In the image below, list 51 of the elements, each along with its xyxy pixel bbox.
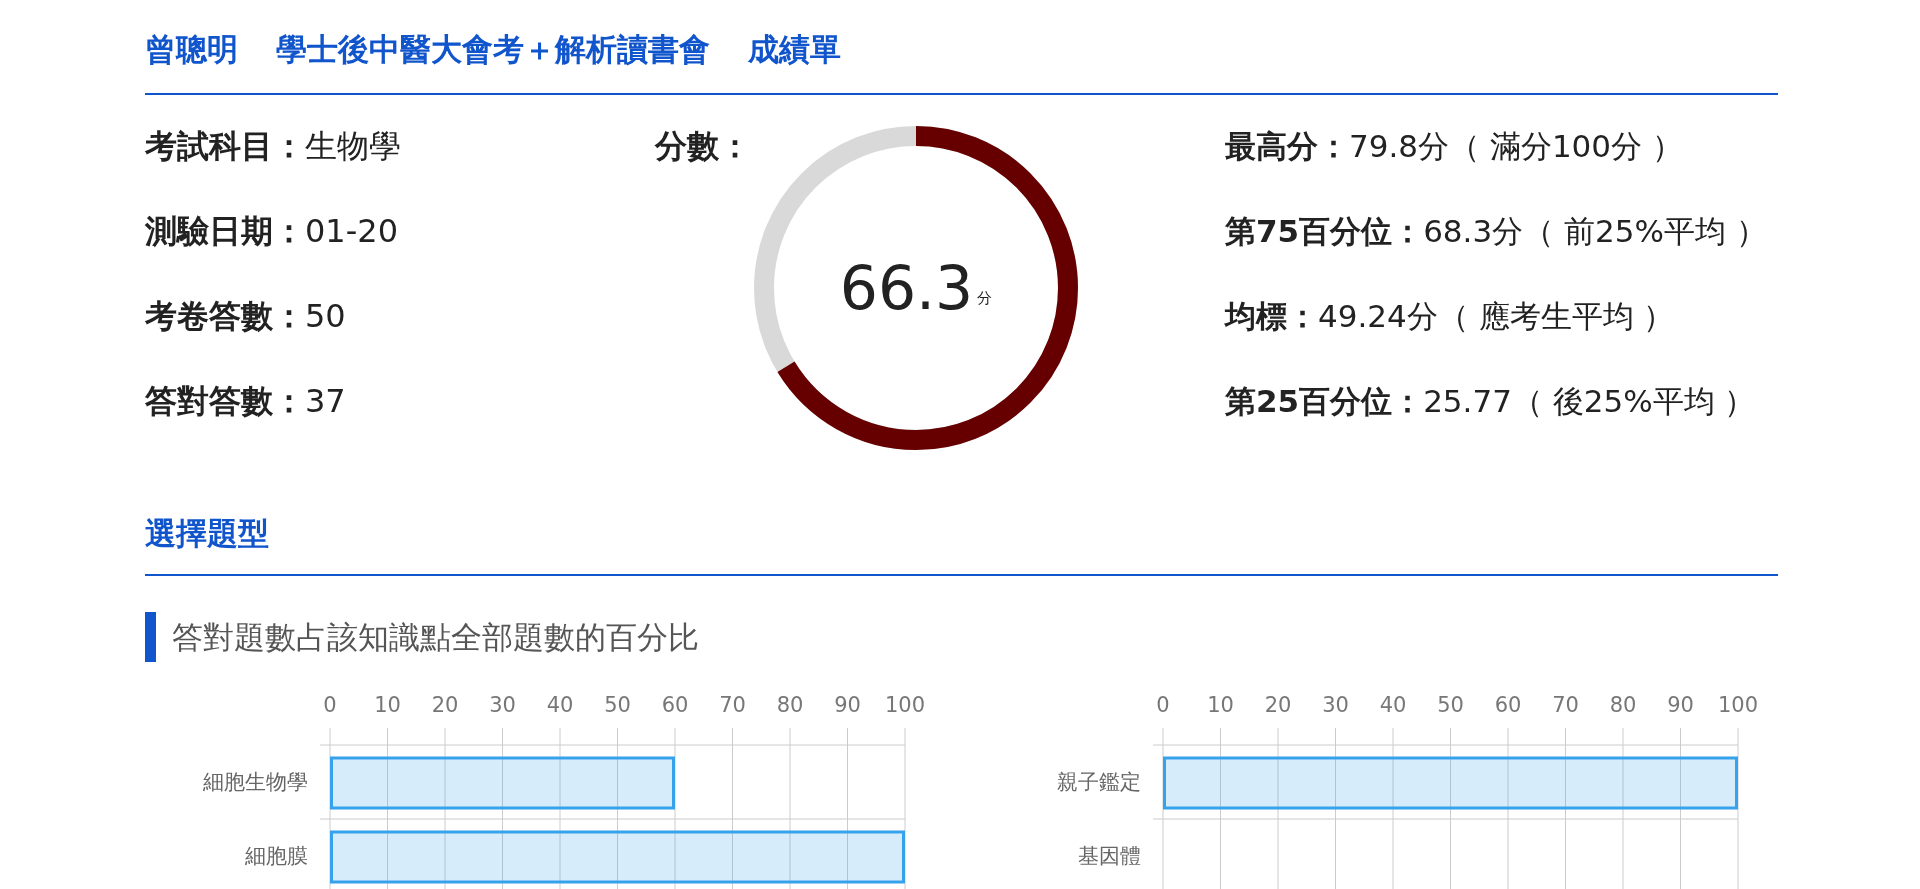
stat-label: 第75百分位： xyxy=(1225,211,1424,251)
axis-tick-label: 20 xyxy=(1264,693,1292,717)
stat-label: 第25百分位： xyxy=(1225,381,1424,421)
axis-tick-label: 80 xyxy=(776,693,804,717)
axis-tick-label: 0 xyxy=(1156,693,1170,717)
info-label: 答對答數： xyxy=(145,380,305,422)
info-value: 01-20 xyxy=(305,210,398,252)
axis-tick-label: 70 xyxy=(1552,693,1579,717)
axis-tick-label: 50 xyxy=(604,693,631,717)
axis-tick-label: 40 xyxy=(546,693,574,717)
axis-tick-label: 60 xyxy=(1494,693,1522,717)
info-value: 37 xyxy=(305,380,346,422)
info-value: 生物學 xyxy=(305,125,401,167)
report-title: 學士後中醫大會考＋解析讀書會 xyxy=(276,30,710,69)
stat-label: 最高分： xyxy=(1225,126,1349,166)
axis-tick-label: 10 xyxy=(374,693,401,717)
info-value: 50 xyxy=(305,295,346,337)
axis-tick-label: 90 xyxy=(1667,693,1694,717)
axis-tick-label: 100 xyxy=(1717,693,1759,717)
category-label: 親子鑑定 xyxy=(1057,770,1141,794)
axis-tick-label: 10 xyxy=(1207,693,1234,717)
info-label: 考試科目： xyxy=(145,125,305,167)
axis-tick-label: 30 xyxy=(1322,693,1349,717)
axis-tick-label: 80 xyxy=(1609,693,1637,717)
section-title: 選擇題型 xyxy=(145,514,269,551)
report-title: 曾聰明 xyxy=(145,30,238,69)
axis-tick-label: 90 xyxy=(834,693,861,717)
chart-heading: 答對題數占該知識點全部題數的百分比 xyxy=(172,617,699,657)
score-value: 66.3 xyxy=(839,257,974,318)
info-label: 測驗日期： xyxy=(145,210,305,252)
axis-tick-label: 20 xyxy=(431,693,459,717)
category-label: 細胞生物學 xyxy=(203,770,308,794)
score-label: 分數： xyxy=(655,125,752,167)
score-unit: 分 xyxy=(977,288,993,310)
stat-value: 79.8分（ 滿分100分 ） xyxy=(1349,126,1683,166)
axis-tick-label: 50 xyxy=(1437,693,1464,717)
category-label: 細胞膜 xyxy=(245,844,308,868)
info-label: 考卷答數： xyxy=(145,295,305,337)
axis-tick-label: 70 xyxy=(719,693,746,717)
stat-value: 25.77（ 後25%平均 ） xyxy=(1423,381,1756,421)
axis-tick-label: 0 xyxy=(323,693,337,717)
stat-value: 68.3分（ 前25%平均 ） xyxy=(1423,211,1767,251)
stat-label: 均標： xyxy=(1225,296,1318,336)
axis-tick-label: 40 xyxy=(1379,693,1407,717)
accent-bar xyxy=(145,612,156,662)
axis-tick-label: 60 xyxy=(661,693,689,717)
category-label: 基因體 xyxy=(1078,844,1141,868)
stat-value: 49.24分（ 應考生平均 ） xyxy=(1318,296,1675,336)
axis-tick-label: 30 xyxy=(489,693,516,717)
axis-tick-label: 100 xyxy=(884,693,926,717)
report-title: 成績單 xyxy=(748,30,841,69)
